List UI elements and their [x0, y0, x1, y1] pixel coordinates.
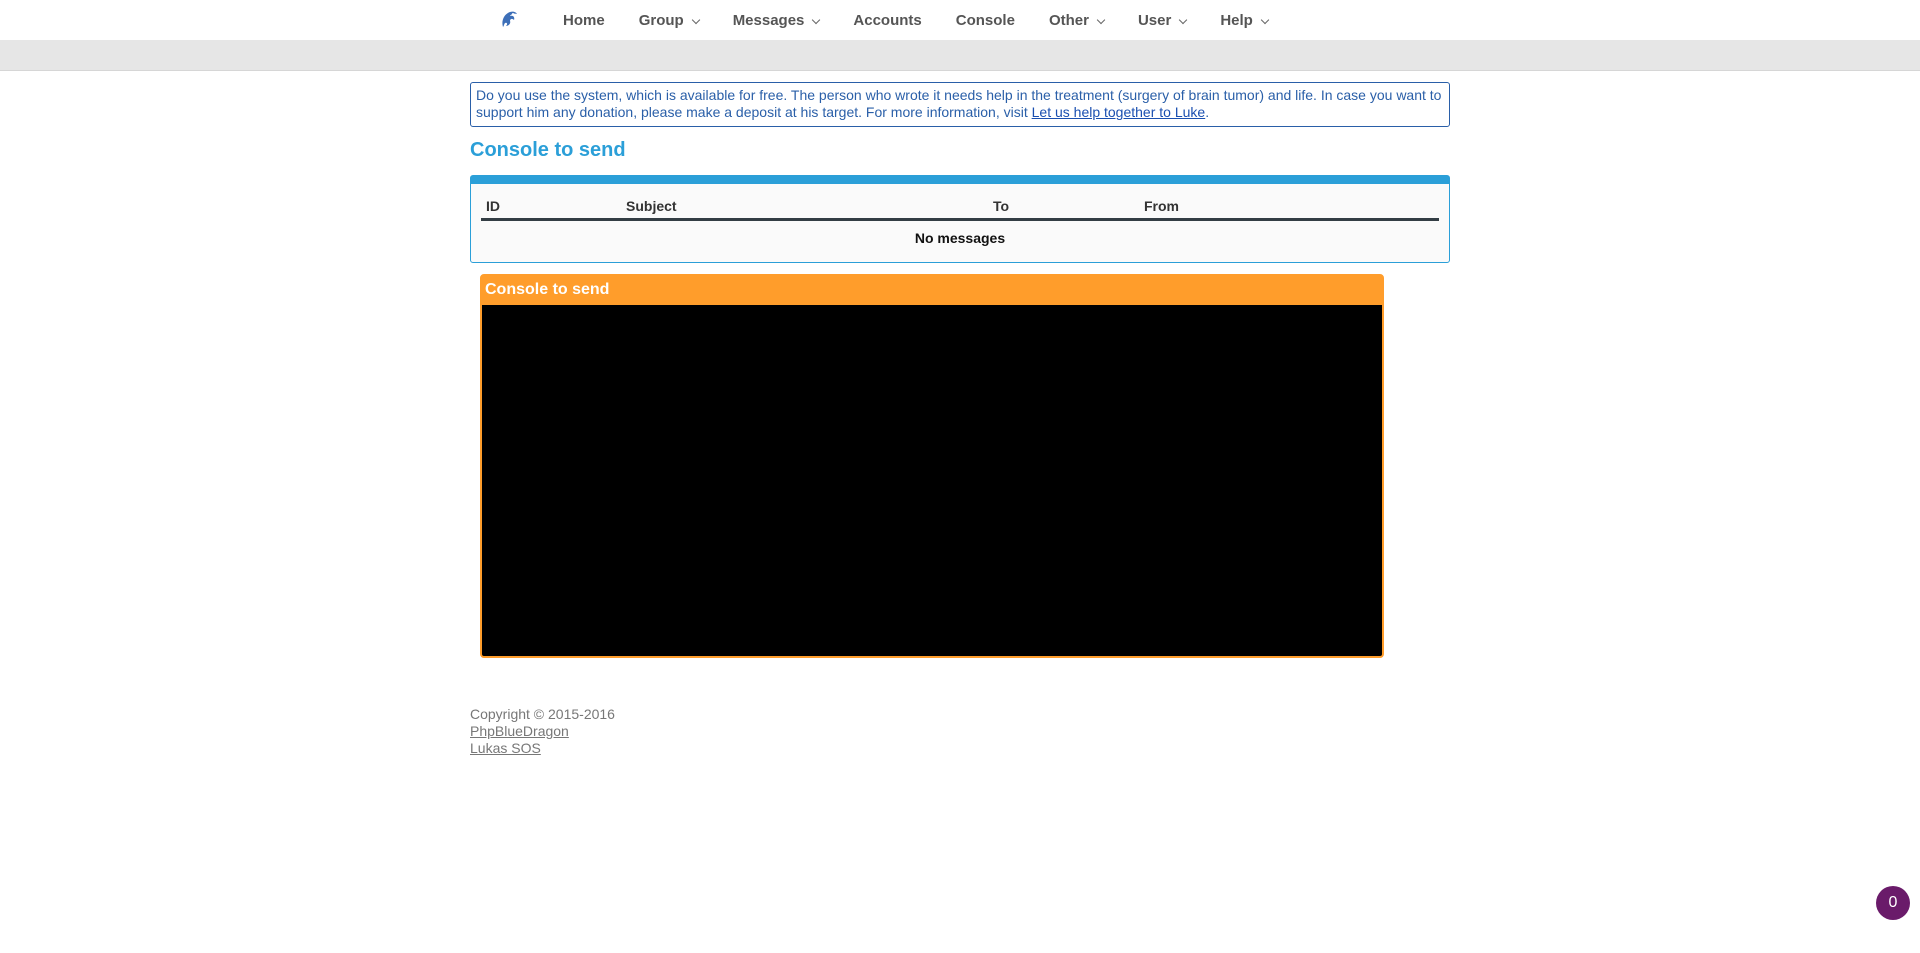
donation-notice: Do you use the system, which is availabl…: [470, 82, 1450, 127]
top-navbar: Home Group Messages Accounts Console Oth…: [0, 0, 1920, 40]
console-title: Console to send: [485, 281, 610, 298]
nav-accounts[interactable]: Accounts: [836, 0, 938, 40]
chevron-down-icon: [812, 15, 821, 24]
table-row: No messages: [481, 220, 1439, 253]
nav-messages[interactable]: Messages: [716, 0, 837, 40]
nav-other[interactable]: Other: [1032, 0, 1121, 40]
column-header-to: To: [988, 196, 1139, 221]
console-panel: Console to send: [480, 274, 1384, 658]
page-title: Console to send: [470, 139, 626, 161]
chevron-down-icon: [1096, 15, 1106, 24]
nav-help[interactable]: Help: [1203, 0, 1285, 40]
subheader-bar: [0, 40, 1920, 71]
dragon-logo-icon[interactable]: [498, 8, 520, 32]
nav-accounts-label: Accounts: [853, 11, 922, 29]
nav-home-label: Home: [563, 11, 605, 29]
chevron-down-icon: [1179, 15, 1188, 24]
donation-link[interactable]: Let us help together to Luke: [1032, 104, 1206, 120]
nav-user[interactable]: User: [1121, 0, 1203, 40]
table-header-row: ID Subject To From: [481, 196, 1439, 221]
nav-console[interactable]: Console: [939, 0, 1032, 40]
nav-user-label: User: [1137, 11, 1172, 29]
column-header-subject: Subject: [621, 196, 988, 221]
main-content: Do you use the system, which is availabl…: [470, 82, 1450, 757]
nav-help-label: Help: [1220, 11, 1253, 29]
empty-messages-text: No messages: [914, 230, 1006, 246]
badge-count: 0: [1888, 894, 1898, 911]
notification-badge[interactable]: 0: [1876, 886, 1910, 920]
lukas-sos-link[interactable]: Lukas SOS: [470, 740, 1450, 757]
phpbluedragon-link[interactable]: PhpBlueDragon: [470, 723, 1450, 740]
chevron-down-icon: [1260, 15, 1270, 24]
chevron-down-icon: [691, 15, 700, 24]
messages-table: ID Subject To From No messages: [481, 196, 1439, 252]
nav-group[interactable]: Group: [622, 0, 716, 40]
nav-messages-label: Messages: [732, 11, 805, 29]
main-nav: Home Group Messages Accounts Console Oth…: [498, 0, 1285, 40]
nav-console-label: Console: [955, 11, 1015, 29]
nav-other-label: Other: [1048, 11, 1089, 29]
notice-text: Do you use the system, which is availabl…: [476, 87, 1442, 120]
messages-panel: ID Subject To From No messages: [470, 175, 1450, 263]
nav-group-label: Group: [638, 11, 684, 29]
notice-suffix: .: [1205, 104, 1210, 120]
footer: Copyright © 2015-2016 PhpBlueDragon Luka…: [470, 706, 1450, 757]
console-screen[interactable]: [482, 305, 1382, 656]
nav-home[interactable]: Home: [546, 0, 622, 40]
column-header-id: ID: [481, 196, 621, 221]
copyright-text: Copyright © 2015-2016: [470, 706, 615, 722]
column-header-from: From: [1139, 196, 1439, 221]
